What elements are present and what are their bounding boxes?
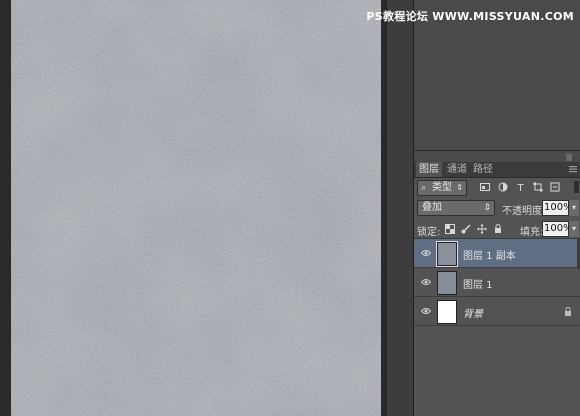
tab-channels[interactable]: 通道	[444, 162, 470, 177]
fill-label: 填充:	[520, 227, 544, 238]
layer-thumbnail	[437, 300, 457, 324]
concrete-texture	[11, 0, 381, 416]
lock-brush-icon[interactable]	[461, 224, 471, 234]
lock-icon	[565, 307, 571, 316]
lock-label: 锁定:	[417, 227, 441, 238]
layer-thumbnail	[437, 271, 457, 295]
opacity-dropdown-icon[interactable]: ▾	[569, 200, 579, 216]
adjustment-filter-icon[interactable]	[498, 182, 508, 192]
eye-icon[interactable]	[421, 249, 431, 257]
lock-move-icon[interactable]	[477, 224, 487, 234]
layer-row[interactable]: 图层 1	[414, 268, 580, 297]
eye-icon[interactable]	[421, 278, 431, 286]
filter-toggle[interactable]	[574, 181, 579, 193]
lock-transparent-icon[interactable]	[445, 224, 455, 234]
smart-object-filter-icon[interactable]	[550, 182, 560, 192]
document-canvas[interactable]	[11, 0, 381, 416]
chevron-updown-icon: ⇕	[456, 183, 463, 192]
shape-filter-icon[interactable]	[533, 182, 543, 192]
blend-row: 叠加 ⇕ 不透明度: 100% ▾	[414, 199, 580, 217]
tab-layers[interactable]: 图层	[416, 162, 442, 177]
svg-text:T: T	[517, 183, 525, 192]
layer-thumbnail	[436, 241, 458, 267]
panel-menu-icon[interactable]	[568, 164, 578, 174]
layer-row[interactable]: 图层 1 副本	[414, 239, 580, 268]
blend-mode-select[interactable]: 叠加 ⇕	[417, 200, 495, 216]
trash-icon[interactable]	[564, 152, 574, 162]
filter-kind-select[interactable]: ⌕ 类型 ⇕	[417, 180, 467, 196]
upper-panel: PS教程论坛 WWW.MISSYUAN.COM	[366, 0, 580, 151]
type-filter-icon[interactable]: T	[516, 182, 526, 192]
search-icon: ⌕	[421, 183, 427, 193]
layer-name: 图层 1 副本	[463, 251, 516, 262]
lock-all-icon[interactable]	[493, 224, 503, 234]
layers-panel: 图层 通道 路径 ⌕ 类型 ⇕ T 叠加 ⇕ 不透明度: 100% ▾ 锁定: …	[414, 162, 580, 416]
pixel-filter-icon[interactable]	[480, 182, 490, 192]
fill-dropdown-icon[interactable]: ▾	[569, 221, 579, 237]
right-panel-dock: PS教程论坛 WWW.MISSYUAN.COM 图层 通道 路径 ⌕ 类型 ⇕ …	[366, 0, 580, 416]
filter-row: ⌕ 类型 ⇕ T	[414, 179, 580, 197]
panel-dock-strip	[386, 0, 414, 416]
tab-paths[interactable]: 路径	[470, 162, 496, 177]
filter-kind-value: 类型	[432, 182, 452, 193]
watermark: PS教程论坛 WWW.MISSYUAN.COM	[366, 10, 574, 23]
chevron-updown-icon: ⇕	[483, 203, 491, 213]
layer-name: 背景	[463, 309, 483, 320]
lock-row: 锁定: 填充: 100% ▾	[414, 220, 580, 239]
panel-tab-strip: 图层 通道 路径	[414, 162, 580, 178]
fill-field[interactable]: 100%	[542, 221, 573, 237]
eye-icon[interactable]	[421, 307, 431, 315]
opacity-field[interactable]: 100%	[542, 200, 573, 216]
opacity-label: 不透明度:	[502, 206, 546, 217]
layer-row[interactable]: 背景	[414, 297, 580, 326]
blend-mode-value: 叠加	[422, 202, 442, 213]
layer-name: 图层 1	[463, 280, 493, 291]
